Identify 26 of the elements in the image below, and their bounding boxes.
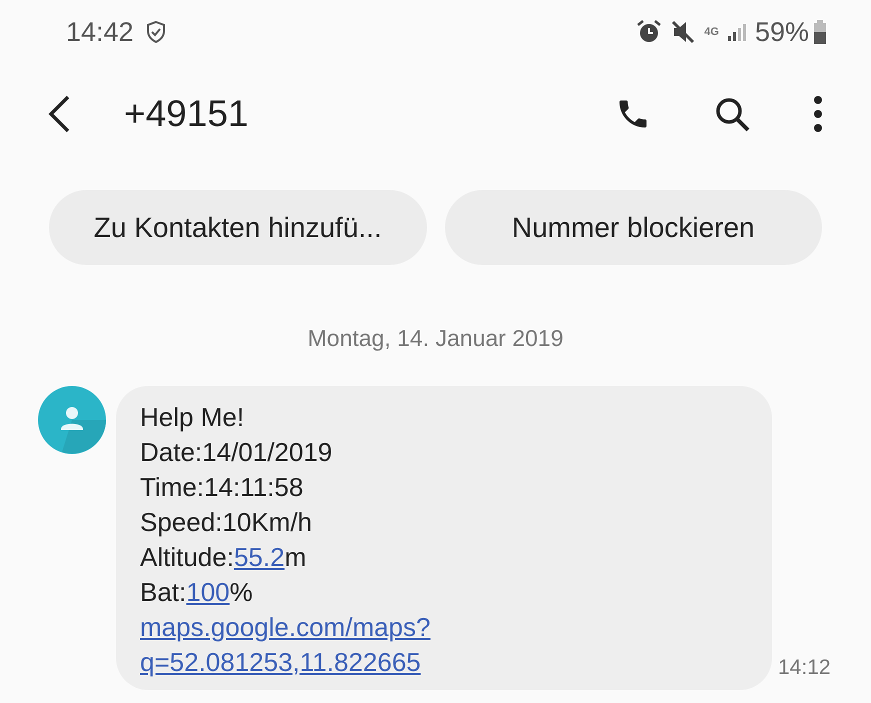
message-line: Speed:10Km/h (140, 506, 312, 538)
message-line: Help Me! (140, 400, 244, 434)
date-divider: Montag, 14. Januar 2019 (308, 324, 564, 353)
more-options-icon[interactable] (813, 95, 823, 133)
message-link[interactable]: maps.google.com/maps? (140, 612, 430, 642)
avatar-icon (38, 386, 106, 454)
battery-percent: 59% (754, 16, 809, 49)
shield-icon (146, 20, 166, 44)
message-time: 14:12 (778, 655, 831, 681)
contact-number: +49151 (124, 92, 248, 136)
message-link[interactable]: 100 (186, 576, 230, 606)
alarm-icon (636, 19, 662, 45)
signal-icon (726, 22, 747, 42)
message-link[interactable]: q=52.081253,11.822665 (140, 646, 421, 676)
message-line: Time:14:11:58 (140, 470, 304, 504)
action-button[interactable]: Nummer blockieren (444, 190, 822, 265)
back-icon[interactable] (46, 94, 72, 134)
message-line: Bat:100% (140, 576, 253, 608)
message-link[interactable]: 55.2 (234, 542, 285, 572)
message-line: Date:14/01/2019 (140, 436, 332, 468)
network-type: 4G (704, 26, 719, 38)
mute-icon (670, 19, 696, 45)
battery-icon (813, 19, 827, 45)
message-line: Altitude:55.2m (140, 540, 306, 574)
status-time: 14:42 (66, 16, 134, 49)
action-button[interactable]: Zu Kontakten hinzufü... (49, 190, 426, 265)
